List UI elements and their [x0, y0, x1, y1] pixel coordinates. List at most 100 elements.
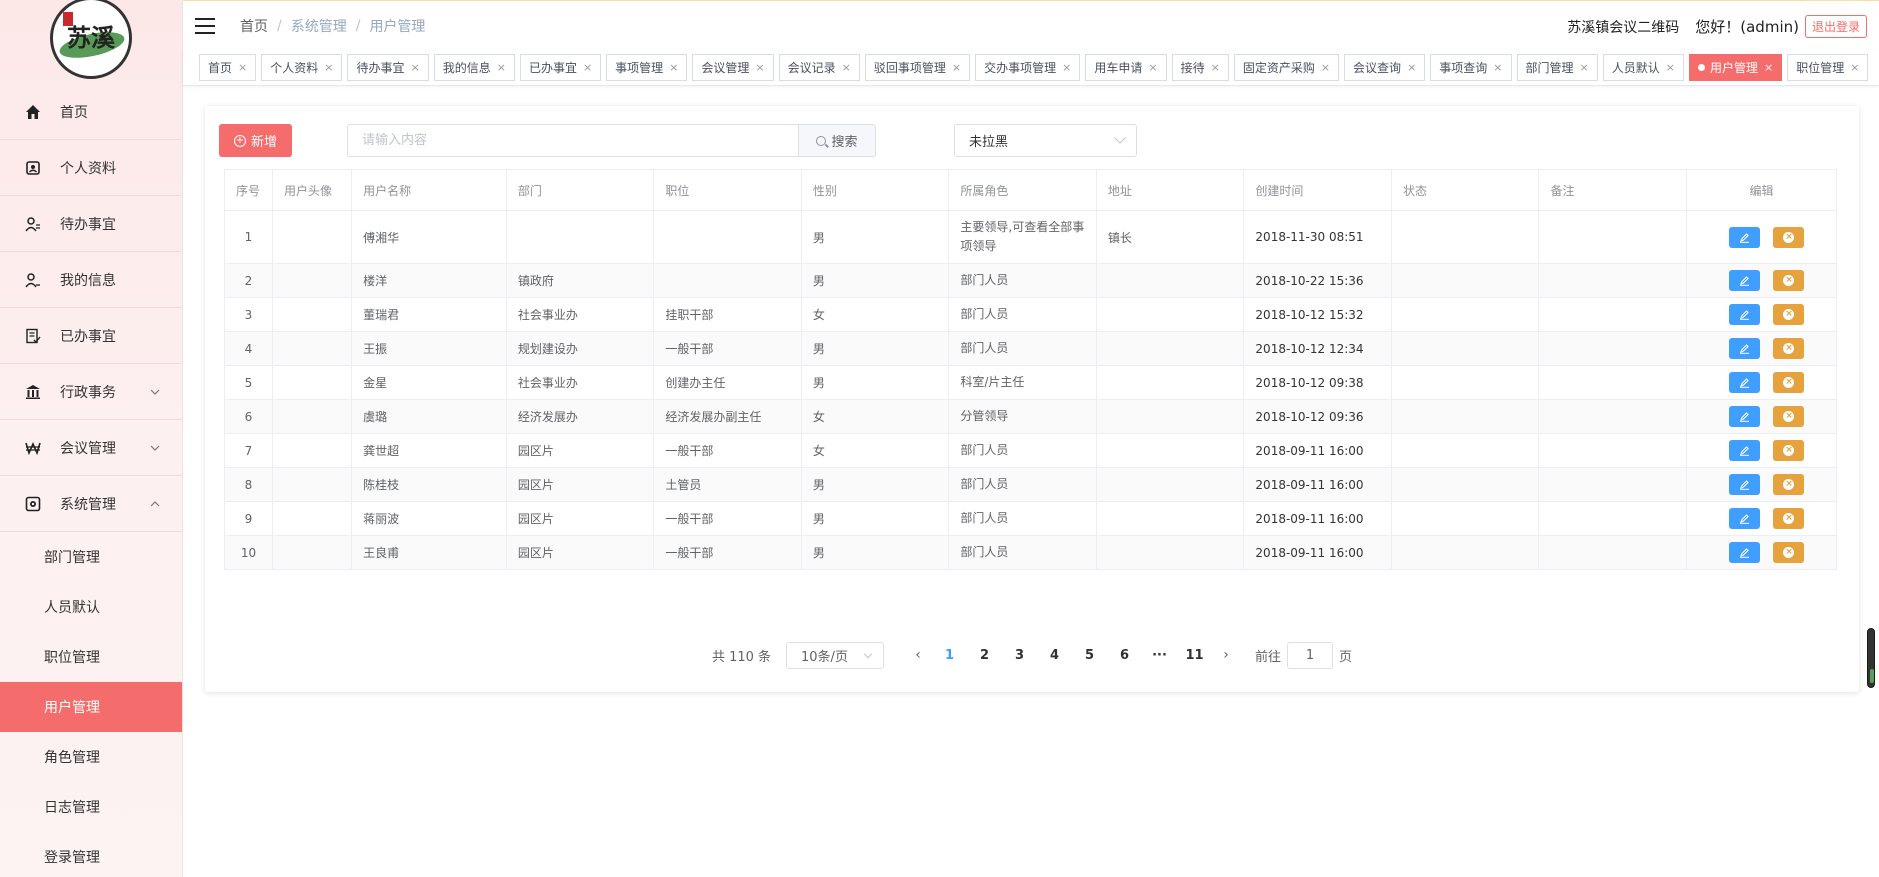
sidebar-item-6[interactable]: 会议管理 — [0, 420, 182, 476]
delete-button[interactable]: × — [1773, 372, 1805, 393]
search-input[interactable] — [347, 124, 799, 157]
table-cell: 金星 — [351, 365, 507, 400]
close-icon[interactable]: × — [497, 61, 506, 74]
sidebar-item-7[interactable]: 系统管理 — [0, 476, 182, 532]
goto-page-input[interactable]: 1 — [1287, 641, 1334, 669]
delete-button[interactable]: × — [1773, 304, 1805, 325]
sidebar-item-1[interactable]: 个人资料 — [0, 140, 182, 196]
delete-button[interactable]: × — [1773, 270, 1805, 291]
close-icon[interactable]: × — [1850, 61, 1859, 74]
close-icon[interactable]: × — [1321, 61, 1330, 74]
close-icon[interactable]: × — [755, 61, 764, 74]
page-number[interactable]: 11 — [1177, 648, 1212, 663]
tab-16[interactable]: 人员默认 × — [1602, 54, 1684, 81]
search-button[interactable]: 搜索 — [799, 124, 876, 157]
close-icon[interactable]: × — [952, 61, 961, 74]
tab-0[interactable]: 首页 × — [199, 54, 257, 81]
close-icon[interactable]: × — [1407, 61, 1416, 74]
page-number[interactable]: 4 — [1037, 648, 1072, 663]
add-button[interactable]: + 新增 — [219, 124, 292, 157]
edit-button[interactable] — [1729, 304, 1761, 325]
menu-toggle-icon[interactable] — [195, 17, 215, 34]
delete-button[interactable]: × — [1773, 440, 1805, 461]
edit-button[interactable] — [1729, 508, 1761, 529]
logout-button[interactable]: 退出登录 — [1804, 15, 1867, 38]
delete-button[interactable]: × — [1773, 508, 1805, 529]
delete-button[interactable]: × — [1773, 338, 1805, 359]
tab-12[interactable]: 固定资产采购 × — [1233, 54, 1340, 81]
tab-3[interactable]: 我的信息 × — [433, 54, 515, 81]
delete-button[interactable]: × — [1773, 474, 1805, 495]
table-cell — [1095, 263, 1245, 298]
tab-9[interactable]: 交办事项管理 × — [975, 54, 1081, 81]
tab-4[interactable]: 已办事宜 × — [519, 54, 602, 81]
more-pages-icon[interactable]: ··· — [1142, 648, 1177, 663]
tab-18[interactable]: 职位管理 × — [1787, 54, 1869, 81]
tab-2[interactable]: 待办事宜 × — [347, 54, 429, 81]
delete-button[interactable]: × — [1773, 406, 1805, 427]
tab-1[interactable]: 个人资料 × — [261, 54, 343, 81]
prev-page-icon[interactable]: ‹ — [904, 647, 932, 663]
close-icon[interactable]: × — [669, 61, 678, 74]
breadcrumb-home[interactable]: 首页 — [240, 16, 268, 36]
sidebar-subitem-6[interactable]: 登录管理 — [0, 832, 182, 877]
sidebar-subitem-3[interactable]: 用户管理 — [0, 682, 182, 732]
scroll-indicator[interactable] — [1867, 628, 1875, 688]
close-icon[interactable]: × — [1764, 61, 1773, 74]
sidebar-subitem-0[interactable]: 部门管理 — [0, 532, 182, 582]
close-icon[interactable]: × — [238, 61, 247, 74]
tab-11[interactable]: 接待 × — [1171, 54, 1229, 81]
page-number[interactable]: 1 — [932, 648, 967, 663]
page-size-select[interactable]: 10条/页 — [786, 641, 885, 669]
table-cell: 2018-10-12 15:32 — [1243, 297, 1392, 332]
sidebar-subitem-5[interactable]: 日志管理 — [0, 782, 182, 832]
sidebar-subitem-2[interactable]: 职位管理 — [0, 632, 182, 682]
edit-button[interactable] — [1729, 270, 1761, 291]
edit-button[interactable] — [1729, 474, 1761, 495]
close-icon[interactable]: × — [583, 61, 592, 74]
delete-button[interactable]: × — [1773, 226, 1805, 248]
page-number[interactable]: 6 — [1107, 648, 1142, 663]
table-cell — [1538, 365, 1687, 400]
close-icon[interactable]: × — [1062, 61, 1071, 74]
tab-8[interactable]: 驳回事项管理 × — [864, 54, 971, 81]
tab-17[interactable]: 用户管理 × — [1688, 54, 1783, 81]
tab-10[interactable]: 用车申请 × — [1085, 54, 1167, 81]
delete-button[interactable]: × — [1773, 542, 1805, 563]
tab-13[interactable]: 会议查询 × — [1344, 54, 1426, 81]
close-icon[interactable]: × — [1493, 61, 1502, 74]
close-icon[interactable]: × — [410, 61, 419, 74]
sidebar-item-5[interactable]: 行政事务 — [0, 364, 182, 420]
page-number[interactable]: 5 — [1072, 648, 1107, 663]
tab-6[interactable]: 会议管理 × — [692, 54, 774, 81]
sidebar-item-2[interactable]: 待办事宜 — [0, 196, 182, 252]
sidebar-subitem-1[interactable]: 人员默认 — [0, 582, 182, 632]
row-actions: × — [1685, 433, 1838, 468]
tab-14[interactable]: 事项查询 × — [1430, 54, 1512, 81]
edit-button[interactable] — [1729, 406, 1761, 427]
sidebar-item-4[interactable]: 已办事宜 — [0, 308, 182, 364]
edit-button[interactable] — [1729, 542, 1761, 563]
page-number[interactable]: 3 — [1002, 648, 1037, 663]
sidebar-item-3[interactable]: 我的信息 — [0, 252, 182, 308]
next-page-icon[interactable]: › — [1212, 647, 1240, 663]
edit-button[interactable] — [1729, 338, 1761, 359]
close-icon[interactable]: × — [1211, 61, 1220, 74]
edit-button[interactable] — [1729, 226, 1761, 248]
close-icon[interactable]: × — [842, 61, 851, 74]
blacklist-filter-select[interactable]: 未拉黑 — [954, 124, 1137, 157]
edit-button[interactable] — [1729, 440, 1761, 461]
close-icon[interactable]: × — [324, 61, 333, 74]
tab-5[interactable]: 事项管理 × — [606, 54, 688, 81]
sidebar-item-0[interactable]: 首页 — [0, 84, 182, 140]
qr-code-link[interactable]: 苏溪镇会议二维码 — [1567, 17, 1679, 37]
close-icon[interactable]: × — [1666, 61, 1675, 74]
sidebar-subitem-4[interactable]: 角色管理 — [0, 732, 182, 782]
close-icon[interactable]: × — [1148, 61, 1157, 74]
page-number[interactable]: 2 — [967, 648, 1002, 663]
close-icon[interactable]: × — [1580, 61, 1589, 74]
tab-15[interactable]: 部门管理 × — [1516, 54, 1598, 81]
breadcrumb-system[interactable]: 系统管理 — [291, 16, 347, 36]
edit-button[interactable] — [1729, 372, 1761, 393]
tab-7[interactable]: 会议记录 × — [778, 54, 860, 81]
